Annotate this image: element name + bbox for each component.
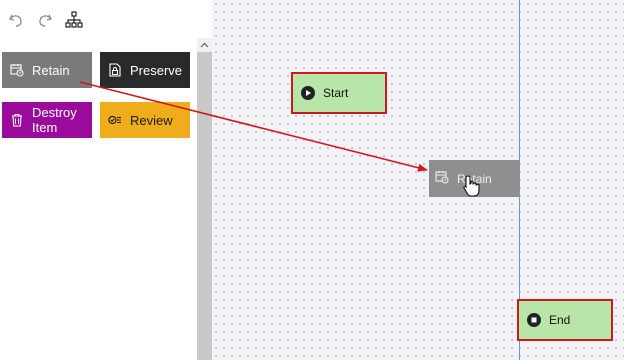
action-review-label: Review xyxy=(130,112,173,128)
dragged-retain-label: Retain xyxy=(457,171,492,186)
lock-document-icon xyxy=(108,63,122,77)
start-node-label: Start xyxy=(323,86,349,100)
stop-icon xyxy=(527,313,541,327)
calendar-clock-icon xyxy=(10,63,24,77)
scroll-up-arrow-icon[interactable] xyxy=(197,38,212,52)
action-preserve-label: Preserve xyxy=(130,62,183,78)
action-destroy-item-button[interactable]: Destroy Item xyxy=(2,102,92,138)
trash-icon xyxy=(10,113,24,127)
action-review-button[interactable]: Review xyxy=(100,102,190,138)
checklist-icon xyxy=(108,113,122,127)
palette-scrollbar[interactable] xyxy=(197,38,212,360)
action-preserve-button[interactable]: Preserve xyxy=(100,52,190,88)
action-retain-label: Retain xyxy=(32,62,70,78)
action-destroy-item-label: Destroy Item xyxy=(32,105,77,135)
calendar-clock-icon xyxy=(435,170,449,187)
play-icon xyxy=(301,86,315,100)
action-palette-panel: Retain Preserve Destroy Item Review xyxy=(0,0,212,360)
undo-icon[interactable] xyxy=(6,10,26,30)
start-node[interactable]: Start xyxy=(291,72,387,114)
dragged-retain-node[interactable]: Retain xyxy=(429,160,520,197)
end-node-label: End xyxy=(549,313,571,327)
action-retain-button[interactable]: Retain xyxy=(2,52,92,88)
hierarchy-icon[interactable] xyxy=(64,10,84,30)
end-node[interactable]: End xyxy=(517,299,613,341)
palette-toolbar xyxy=(0,0,212,40)
redo-icon[interactable] xyxy=(35,10,55,30)
